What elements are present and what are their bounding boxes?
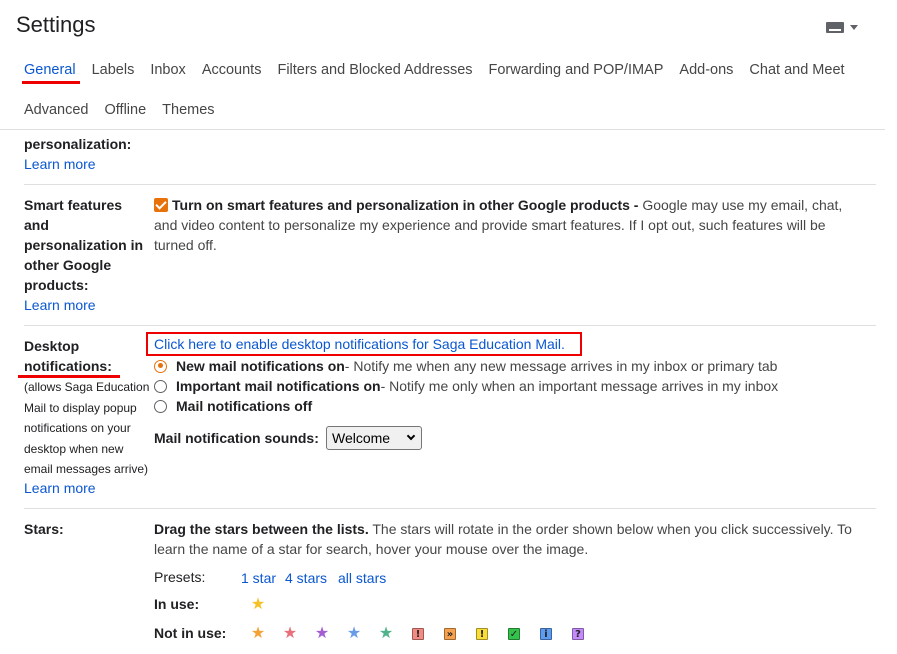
tab-filters[interactable]: Filters and Blocked Addresses [269, 50, 480, 90]
purple-question-icon[interactable]: ? [570, 626, 586, 642]
input-tools-button[interactable] [826, 17, 866, 37]
notification-option-important[interactable]: Important mail notifications on - Notify… [154, 376, 778, 396]
preset-4-stars-link[interactable]: 4 stars [285, 568, 327, 588]
annotation-highlight-box: Click here to enable desktop notificatio… [146, 332, 582, 356]
row-divider [24, 184, 876, 185]
enable-desktop-notifications-link[interactable]: Click here to enable desktop notificatio… [154, 336, 565, 352]
yellow-star-icon[interactable]: ★ [250, 597, 266, 613]
desktop-notifications-note: (allows Saga Education Mail to display p… [24, 380, 150, 476]
red-star-icon[interactable]: ★ [282, 626, 298, 642]
tab-accounts[interactable]: Accounts [194, 50, 270, 90]
stars-label: Stars: [24, 521, 64, 537]
preset-all-stars-link[interactable]: all stars [338, 568, 386, 588]
radio-new-mail[interactable] [154, 359, 167, 373]
tab-forwarding[interactable]: Forwarding and POP/IMAP [481, 50, 672, 90]
notification-option-off[interactable]: Mail notifications off [154, 396, 312, 416]
learn-more-link-notifications[interactable]: Learn more [24, 478, 96, 498]
notification-option-new-mail[interactable]: New mail notifications on - Notify me wh… [154, 356, 777, 376]
settings-content[interactable]: personalization: Learn more Smart featur… [0, 130, 897, 654]
notification-sounds-label: Mail notification sounds: [154, 430, 319, 446]
learn-more-link-personalization[interactable]: Learn more [24, 154, 96, 174]
chevron-down-icon [406, 431, 416, 441]
smart-features-label: Smart features and personalization in ot… [24, 197, 144, 293]
radio-notifications-off[interactable] [154, 399, 167, 413]
orange-guillemet-icon[interactable]: » [442, 626, 458, 642]
row-divider [24, 508, 876, 509]
page-title: Settings [16, 12, 96, 37]
purple-star-icon[interactable]: ★ [314, 626, 330, 642]
blue-info-icon[interactable]: i [538, 626, 554, 642]
settings-tabs-row-2: Advanced Offline Themes [16, 90, 223, 130]
smart-features-checkbox[interactable] [154, 198, 168, 212]
tab-themes[interactable]: Themes [154, 90, 222, 130]
settings-header: Settings [0, 0, 897, 54]
tab-advanced[interactable]: Advanced [16, 90, 97, 130]
tab-addons[interactable]: Add-ons [671, 50, 741, 90]
green-check-icon[interactable]: ✓ [506, 626, 522, 642]
orange-star-icon[interactable]: ★ [250, 626, 266, 642]
partial-section-label: personalization: [24, 136, 132, 152]
in-use-label: In use: [154, 596, 200, 612]
settings-tabs-row-1: General Labels Inbox Accounts Filters an… [16, 50, 853, 90]
learn-more-link-smart-features[interactable]: Learn more [24, 295, 96, 315]
blue-star-icon[interactable]: ★ [346, 626, 362, 642]
tab-chat-meet[interactable]: Chat and Meet [741, 50, 852, 90]
yellow-bang-icon[interactable]: ! [474, 626, 490, 642]
not-in-use-label: Not in use: [154, 625, 227, 641]
green-star-icon[interactable]: ★ [378, 626, 394, 642]
tab-inbox[interactable]: Inbox [142, 50, 193, 90]
preset-1-star-link[interactable]: 1 star [241, 568, 276, 588]
stars-description: Drag the stars between the lists. The st… [154, 521, 852, 557]
red-bang-icon[interactable]: ! [410, 626, 426, 642]
keyboard-icon [826, 21, 844, 33]
chevron-down-icon [850, 24, 858, 30]
tab-offline[interactable]: Offline [97, 90, 155, 130]
tab-general[interactable]: General [16, 50, 84, 90]
desktop-notifications-label: Desktop notifications: [24, 338, 112, 374]
smart-features-description: Turn on smart features and personalizati… [154, 197, 843, 253]
row-divider [24, 325, 876, 326]
radio-important-mail[interactable] [154, 379, 167, 393]
notification-sound-select[interactable]: Welcome [326, 426, 422, 450]
presets-label: Presets: [154, 569, 206, 585]
tab-labels[interactable]: Labels [84, 50, 143, 90]
